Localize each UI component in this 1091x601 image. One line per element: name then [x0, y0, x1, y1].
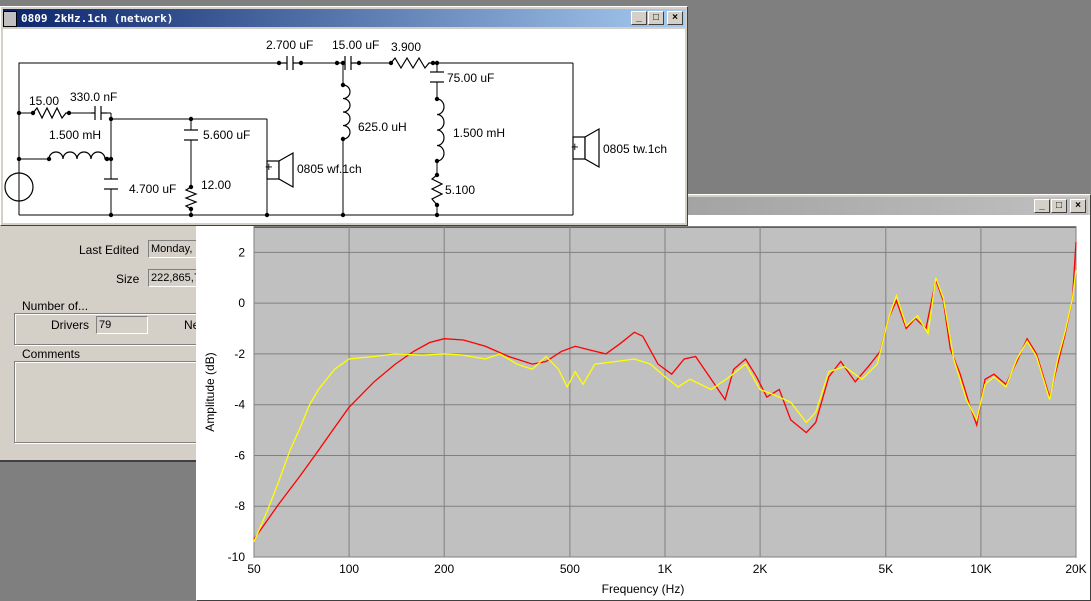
x-tick-label: 5K	[878, 562, 893, 576]
crossover-schematic: + + 2.700 uF 15.00 uF 3.900 75.00 uF 15.…	[3, 29, 685, 223]
label-r1: 15.00	[29, 94, 59, 108]
x-tick-label: 1K	[658, 562, 673, 576]
drivers-label: Drivers	[51, 318, 89, 332]
x-axis-label: Frequency (Hz)	[602, 582, 685, 596]
label-l2: 625.0 uH	[358, 120, 407, 134]
response-window: _ □ × 50 100 200 500 1K 2K 5K 10K 20K -10 -8 -6 -4 -2…	[196, 194, 1091, 601]
svg-text:+: +	[571, 139, 579, 154]
label-tweeter: 0805 tw.1ch	[603, 142, 667, 156]
y-tick-label: -8	[234, 499, 245, 513]
size-field[interactable]: 222,865,7	[148, 269, 200, 287]
comments-group	[14, 361, 202, 443]
drivers-field[interactable]: 79	[96, 316, 148, 334]
x-tick-label: 200	[434, 562, 454, 576]
network-minimize-button[interactable]: _	[631, 11, 647, 25]
info-window-bottom-edge	[0, 460, 200, 462]
label-r3: 3.900	[391, 40, 421, 54]
network-maximize-button[interactable]: □	[648, 11, 664, 25]
maximize-button[interactable]: □	[1051, 199, 1067, 213]
info-window: Last Edited Monday, Size 222,865,7 Numbe…	[0, 190, 202, 462]
network-window-title: 0809 2kHz.1ch (network)	[21, 11, 174, 25]
close-button[interactable]: ×	[1070, 199, 1086, 213]
frequency-response-chart: 50 100 200 500 1K 2K 5K 10K 20K -10 -8 -6 -4 -2 0 2 Fre…	[197, 215, 1090, 600]
label-r2: 12.00	[201, 178, 231, 192]
network-close-button[interactable]: ×	[667, 11, 683, 25]
x-tick-label: 100	[339, 562, 359, 576]
network-app-icon	[3, 11, 17, 27]
label-r4: 5.100	[445, 183, 475, 197]
response-window-buttons: _ □ ×	[1033, 199, 1086, 213]
svg-text:+: +	[265, 159, 273, 174]
y-axis-label: Amplitude (dB)	[203, 352, 217, 431]
label-c2: 15.00 uF	[332, 38, 379, 52]
x-tick-label: 500	[560, 562, 580, 576]
x-tick-label: 10K	[970, 562, 991, 576]
label-woofer: 0805 wf.1ch	[297, 162, 362, 176]
minimize-button[interactable]: _	[1034, 199, 1050, 213]
y-tick-label: -10	[228, 550, 246, 564]
network-window: 0809 2kHz.1ch (network) _ □ × + + 2.700 …	[0, 6, 688, 226]
y-tick-label: -6	[234, 448, 245, 462]
label-c4: 75.00 uF	[447, 71, 494, 85]
number-of-title: Number of...	[20, 299, 91, 313]
label-l1: 1.500 mH	[49, 128, 101, 142]
y-tick-label: -2	[234, 347, 245, 361]
y-tick-label: 2	[238, 245, 245, 259]
comments-title: Comments	[20, 347, 83, 361]
x-tick-label: 50	[247, 562, 261, 576]
label-c6: 5.600 uF	[203, 128, 250, 142]
y-tick-label: -4	[234, 398, 245, 412]
network-window-buttons: _ □ ×	[630, 11, 683, 25]
size-label: Size	[116, 272, 140, 286]
y-tick-label: 0	[238, 296, 245, 310]
network-titlebar[interactable]: 0809 2kHz.1ch (network)	[3, 9, 685, 27]
label-c7: 4.700 uF	[129, 182, 176, 196]
label-c1: 2.700 uF	[266, 38, 313, 52]
x-tick-label: 20K	[1065, 562, 1086, 576]
last-edited-field[interactable]: Monday,	[148, 240, 200, 258]
label-l3: 1.500 mH	[453, 126, 505, 140]
label-c5: 330.0 nF	[70, 90, 117, 104]
x-tick-label: 2K	[753, 562, 768, 576]
last-edited-label: Last Edited	[79, 243, 140, 257]
